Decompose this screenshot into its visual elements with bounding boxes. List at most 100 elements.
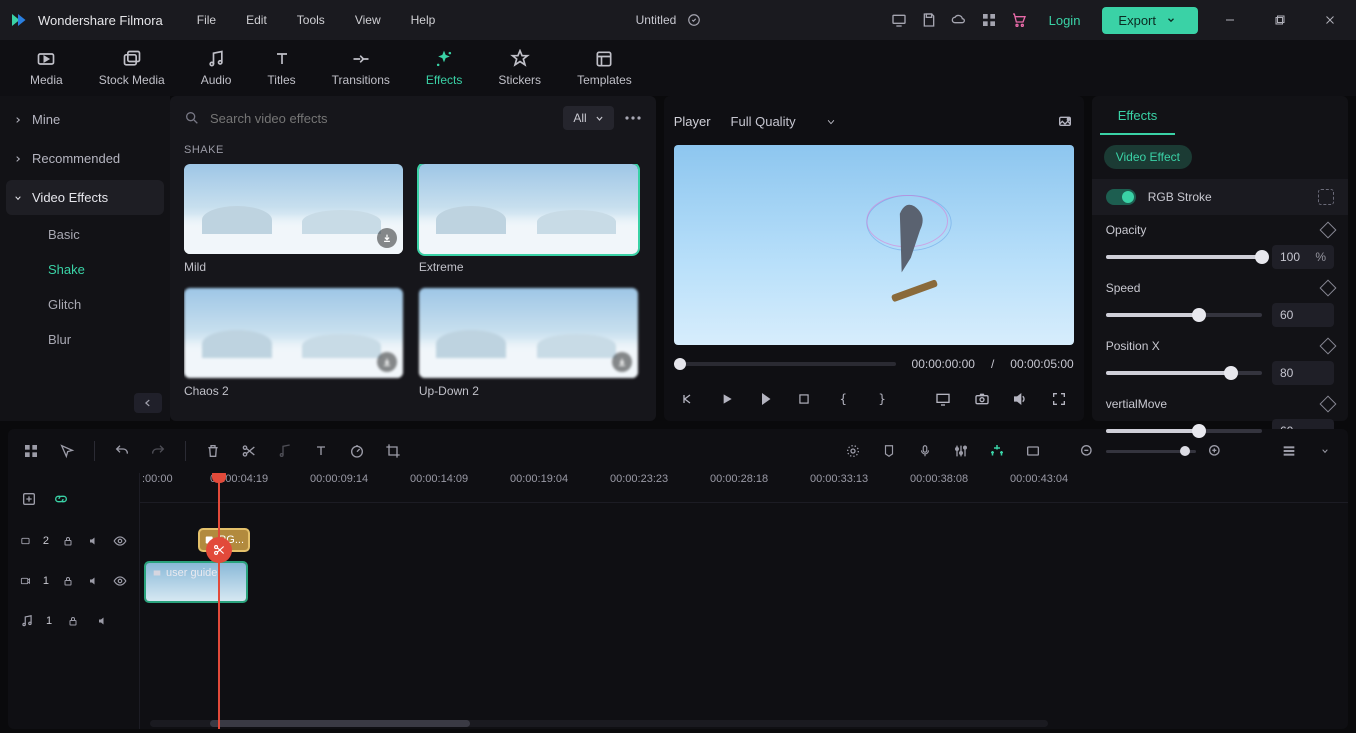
audio-detach-icon[interactable] [276,442,294,460]
link-tracks-icon[interactable] [52,490,70,508]
video-effect-chip[interactable]: Video Effect [1104,145,1192,169]
menu-edit[interactable]: Edit [234,7,279,33]
keyframe-icon[interactable] [1320,338,1337,355]
effect-card-updown2[interactable]: Up-Down 2 [419,288,638,398]
prop-slider[interactable] [1106,429,1262,433]
track-view-dropdown[interactable] [1316,442,1334,460]
apps-icon[interactable] [981,12,997,28]
menu-view[interactable]: View [343,7,393,33]
color-icon[interactable] [844,442,862,460]
login-button[interactable]: Login [1041,13,1089,28]
redo-button[interactable] [149,442,167,460]
video-preview[interactable] [674,145,1074,345]
prop-slider[interactable] [1106,313,1262,317]
aspect-icon[interactable] [1024,442,1042,460]
camera-snapshot-icon[interactable] [973,390,990,408]
timeline-tracks[interactable]: :00:00 00:00:04:1900:00:09:1400:00:14:09… [140,473,1348,729]
filter-dropdown[interactable]: All [563,106,613,130]
prev-frame-button[interactable] [680,390,697,408]
tab-effects[interactable]: Effects [426,49,462,87]
more-options-icon[interactable] [624,116,642,120]
split-playhead-icon[interactable] [206,537,232,563]
sidebar-sub-blur[interactable]: Blur [0,322,170,357]
keyframe-icon[interactable] [1320,396,1337,413]
tab-titles[interactable]: Titles [267,49,295,87]
cart-icon[interactable] [1011,12,1027,28]
speed-icon[interactable] [348,442,366,460]
display-mode-icon[interactable] [934,390,951,408]
lock-icon[interactable] [64,612,82,630]
play-button[interactable] [719,390,736,408]
tab-audio[interactable]: Audio [201,49,232,87]
tab-transitions[interactable]: Transitions [332,49,390,87]
mark-in-button[interactable]: { [835,390,852,408]
video-clip[interactable]: user guide [144,561,248,603]
visibility-icon[interactable] [113,572,127,590]
window-maximize-icon[interactable] [1262,6,1298,34]
keyframe-icon[interactable] [1320,222,1337,239]
track-video[interactable]: user guide [140,557,1348,605]
snapshot-settings-icon[interactable] [1056,113,1074,131]
playhead[interactable] [218,473,220,729]
delete-button[interactable] [204,442,222,460]
window-close-icon[interactable] [1312,6,1348,34]
lock-icon[interactable] [61,532,75,550]
lock-icon[interactable] [61,572,75,590]
timeline-ruler[interactable]: :00:00 00:00:04:1900:00:09:1400:00:14:09… [140,473,1348,503]
menu-help[interactable]: Help [399,7,448,33]
screen-icon[interactable] [891,12,907,28]
mute-icon[interactable] [87,532,101,550]
quality-dropdown[interactable]: Full Quality [731,114,836,129]
magnet-snap-icon[interactable] [988,442,1006,460]
tab-templates[interactable]: Templates [577,49,632,87]
mute-icon[interactable] [87,572,101,590]
fullscreen-icon[interactable] [1051,390,1068,408]
zoom-out-button[interactable] [1078,442,1096,460]
text-edit-icon[interactable] [312,442,330,460]
play-forward-button[interactable] [757,390,774,408]
sidebar-sub-shake[interactable]: Shake [0,252,170,287]
mute-icon[interactable] [94,612,112,630]
mark-out-button[interactable]: } [874,390,891,408]
timeline-scrollbar[interactable] [150,720,1048,727]
prop-value[interactable]: 60 [1272,303,1334,327]
tab-media[interactable]: Media [30,49,63,87]
mask-icon[interactable] [1318,189,1334,205]
download-icon[interactable] [612,352,632,372]
stop-button[interactable] [796,390,813,408]
keyframe-icon[interactable] [1320,280,1337,297]
menu-tools[interactable]: Tools [285,7,337,33]
zoom-slider[interactable] [1106,450,1196,453]
track-fx[interactable]: RG... [140,525,1348,557]
tab-stock-media[interactable]: Stock Media [99,49,165,87]
sidebar-item-mine[interactable]: Mine [0,100,170,139]
download-icon[interactable] [377,352,397,372]
track-view-icon[interactable] [1280,442,1298,460]
props-tab-effects[interactable]: Effects [1100,96,1176,135]
marker-icon[interactable] [880,442,898,460]
crop-icon[interactable] [384,442,402,460]
sidebar-item-video-effects[interactable]: Video Effects [6,180,164,215]
collapse-sidebar-button[interactable] [134,393,162,413]
grid-options-icon[interactable] [22,442,40,460]
effect-card-mild[interactable]: Mild [184,164,403,274]
prop-slider[interactable] [1106,371,1262,375]
effect-card-extreme[interactable]: Extreme [419,164,638,274]
save-icon[interactable] [921,12,937,28]
effect-enable-toggle[interactable] [1106,189,1136,205]
menu-file[interactable]: File [185,7,228,33]
track-audio[interactable] [140,605,1348,637]
sidebar-sub-basic[interactable]: Basic [0,217,170,252]
prop-value[interactable]: 100% [1272,245,1334,269]
track-add-icon[interactable] [20,490,38,508]
cloud-sync-icon[interactable] [686,12,702,28]
tab-stickers[interactable]: Stickers [498,49,541,87]
prop-slider[interactable] [1106,255,1262,259]
zoom-in-button[interactable] [1206,442,1224,460]
search-input[interactable] [210,111,553,126]
split-button[interactable] [240,442,258,460]
cloud-icon[interactable] [951,12,967,28]
download-icon[interactable] [377,228,397,248]
effect-card-chaos2[interactable]: Chaos 2 [184,288,403,398]
sidebar-sub-glitch[interactable]: Glitch [0,287,170,322]
